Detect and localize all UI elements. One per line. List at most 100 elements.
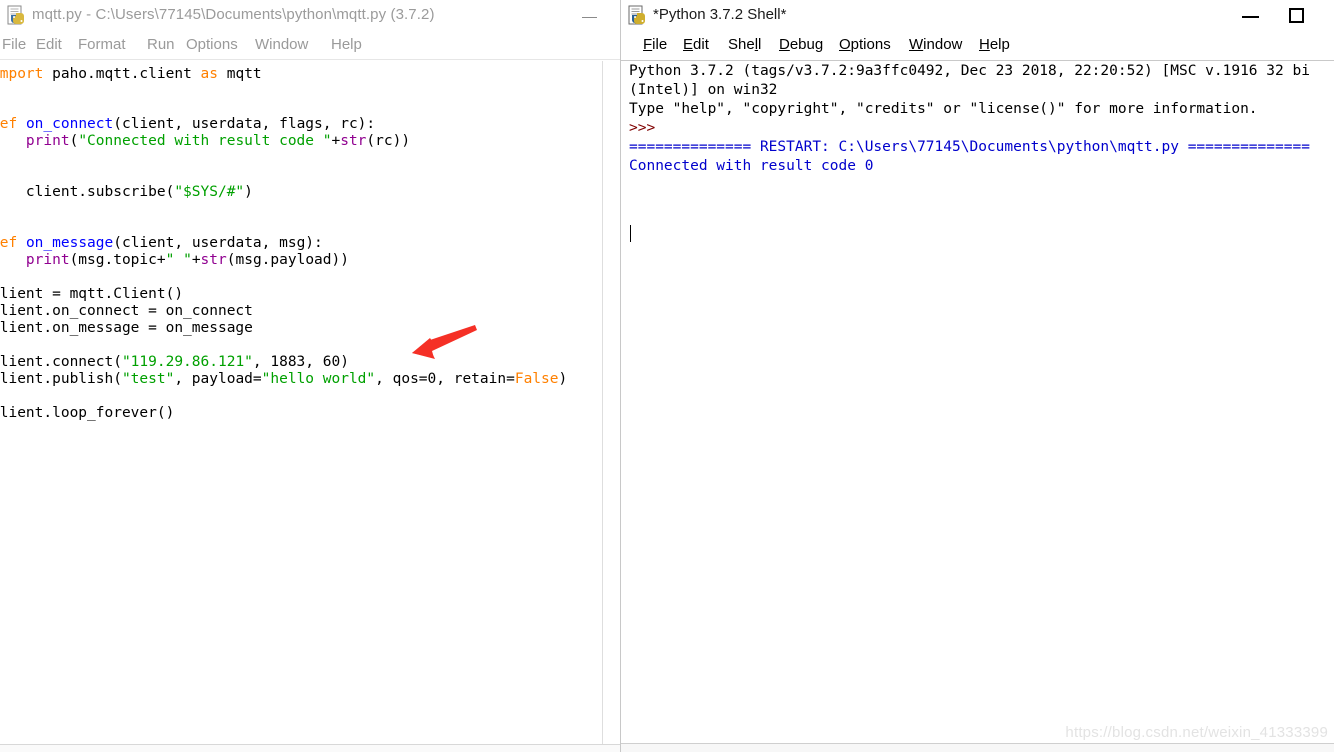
code-line: client.on_connect = on_connect xyxy=(0,303,253,320)
code-token: "$SYS/#" xyxy=(174,184,245,200)
code-token: def xyxy=(0,116,18,132)
code-token: (rc)) xyxy=(366,133,411,149)
shell-menu-shell[interactable]: Shell xyxy=(728,36,761,53)
code-token: (client, userdata, msg): xyxy=(113,235,323,251)
code-token: print xyxy=(25,133,70,149)
code-line: print("Connected with result code "+str(… xyxy=(0,133,410,150)
code-token: paho.mqtt.client xyxy=(43,66,201,82)
screen-root: mqtt.py - C:\Users\77145\Documents\pytho… xyxy=(0,0,1334,752)
code-token: as xyxy=(200,66,218,82)
code-line: def on_message(client, userdata, msg): xyxy=(0,235,323,252)
editor-minimize-button[interactable] xyxy=(570,2,610,30)
python-idle-shell-icon xyxy=(628,5,645,25)
shell-output-line: ============== RESTART: C:\Users\77145\D… xyxy=(629,139,1310,155)
code-line: client.subscribe("$SYS/#") xyxy=(0,184,253,201)
python-shell-window: *Python 3.7.2 Shell* File Edit Shell Deb… xyxy=(620,0,1334,752)
code-token: def xyxy=(0,235,18,251)
shell-menu-debug[interactable]: Debug xyxy=(779,36,823,53)
maximize-icon xyxy=(1289,8,1304,23)
editor-menu-help[interactable]: Help xyxy=(331,36,362,53)
code-token: False xyxy=(514,371,559,387)
code-token: ( xyxy=(69,133,79,149)
code-token: client.loop_forever() xyxy=(0,405,175,421)
editor-bottom-strip xyxy=(0,745,620,752)
code-token: on_connect xyxy=(25,116,114,132)
code-line: print(msg.topic+" "+str(msg.payload)) xyxy=(0,252,349,269)
shell-output-line: >>> xyxy=(629,120,656,136)
code-line: client.on_message = on_message xyxy=(0,320,253,337)
code-token: ) xyxy=(558,371,568,387)
code-line: client.loop_forever() xyxy=(0,405,174,422)
shell-minimize-button[interactable] xyxy=(1228,0,1274,30)
editor-menu-options[interactable]: Options xyxy=(186,36,238,53)
shell-output-line: (Intel)] on win32 xyxy=(629,82,778,98)
code-token: "119.29.86.121" xyxy=(121,354,253,370)
code-token: print xyxy=(25,252,70,268)
shell-menu-help[interactable]: Help xyxy=(979,36,1010,53)
code-token: + xyxy=(191,252,201,268)
shell-title-text: *Python 3.7.2 Shell* xyxy=(653,6,787,23)
editor-menu-window[interactable]: Window xyxy=(255,36,308,53)
code-token: + xyxy=(331,133,341,149)
code-token: client = mqtt.Client() xyxy=(0,286,184,302)
minimize-icon xyxy=(1242,16,1259,18)
code-line: def on_connect(client, userdata, flags, … xyxy=(0,116,375,133)
editor-title-bar[interactable]: mqtt.py - C:\Users\77145\Documents\pytho… xyxy=(0,0,620,34)
code-token: client.publish( xyxy=(0,371,122,387)
text-caret xyxy=(630,225,631,242)
shell-output-area[interactable]: Connected with result code 0 ============… xyxy=(622,61,1334,742)
code-token: import xyxy=(0,66,44,82)
code-token: str xyxy=(200,252,227,268)
code-line: import paho.mqtt.client as mqtt xyxy=(0,66,262,83)
code-token: (msg.topic+ xyxy=(69,252,166,268)
editor-vertical-scrollbar[interactable] xyxy=(602,61,620,744)
editor-menu-bar: File Edit Format Run Options Window Help xyxy=(0,34,620,60)
code-token: , 1883, 60) xyxy=(252,354,349,370)
code-token: (client, userdata, flags, rc): xyxy=(113,116,376,132)
editor-menu-run[interactable]: Run xyxy=(147,36,175,53)
code-token: client.on_connect = on_connect xyxy=(0,303,253,319)
code-token: client.subscribe( xyxy=(0,184,175,200)
shell-menu-file[interactable]: File xyxy=(643,36,667,53)
code-token: client.connect( xyxy=(0,354,122,370)
code-token: on_message xyxy=(25,235,114,251)
code-line: client = mqtt.Client() xyxy=(0,286,183,303)
shell-output-line: Python 3.7.2 (tags/v3.7.2:9a3ffc0492, De… xyxy=(629,63,1310,79)
editor-menu-edit[interactable]: Edit xyxy=(36,36,62,53)
shell-menu-window[interactable]: Window xyxy=(909,36,962,53)
code-token: , qos=0, retain= xyxy=(375,371,515,387)
code-token: (msg.payload)) xyxy=(226,252,349,268)
code-token: "test" xyxy=(121,371,175,387)
code-token: str xyxy=(340,133,367,149)
code-line: client.publish("test", payload="hello wo… xyxy=(0,371,567,388)
code-token: "Connected with result code " xyxy=(78,133,332,149)
shell-maximize-button[interactable] xyxy=(1274,0,1320,30)
shell-menu-edit[interactable]: Edit xyxy=(683,36,709,53)
code-token: client.on_message = on_message xyxy=(0,320,253,336)
code-token: ) xyxy=(244,184,253,200)
minimize-icon xyxy=(582,17,597,18)
editor-title-text: mqtt.py - C:\Users\77145\Documents\pytho… xyxy=(32,6,435,23)
code-line: client.connect("119.29.86.121", 1883, 60… xyxy=(0,354,349,371)
editor-menu-format[interactable]: Format xyxy=(78,36,126,53)
shell-bottom-strip xyxy=(621,744,1334,752)
shell-output-line: Connected with result code 0 xyxy=(629,158,874,174)
watermark-text: https://blog.csdn.net/weixin_41333399 xyxy=(1065,724,1328,741)
python-idle-file-icon xyxy=(7,5,24,25)
editor-menu-file[interactable]: File xyxy=(2,36,26,53)
shell-menu-bar: File Edit Shell Debug Options Window Hel… xyxy=(621,34,1334,60)
shell-menu-options[interactable]: Options xyxy=(839,36,891,53)
idle-editor-window: mqtt.py - C:\Users\77145\Documents\pytho… xyxy=(0,0,620,752)
editor-code-area[interactable]: client.loop_forever() client.publish("tes… xyxy=(0,61,601,744)
code-token: " " xyxy=(165,252,192,268)
code-token: "hello world" xyxy=(261,371,376,387)
editor-menubar-divider xyxy=(0,59,620,60)
code-token: mqtt xyxy=(218,66,262,82)
code-token: , payload= xyxy=(174,371,262,387)
shell-title-bar[interactable]: *Python 3.7.2 Shell* xyxy=(621,0,1334,34)
shell-output-line: Type "help", "copyright", "credits" or "… xyxy=(629,101,1258,117)
